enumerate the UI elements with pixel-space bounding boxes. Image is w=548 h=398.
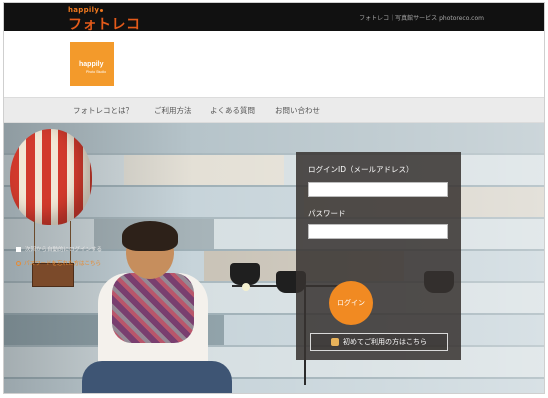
- nav-item-howto[interactable]: ご利用方法: [154, 105, 192, 116]
- browser-page: happily フォトレコ フォトレコ｜写真館サービス photoreco.co…: [3, 2, 545, 394]
- main-nav: フォトレコとは？ ご利用方法 よくある質問 お問い合わせ: [4, 97, 544, 123]
- boy-scarf: [112, 273, 194, 343]
- info-circle-icon: [16, 260, 21, 266]
- login-button[interactable]: ログイン: [329, 281, 373, 325]
- boy-pants: [82, 361, 232, 393]
- brand-dot-icon: [100, 8, 104, 12]
- forgot-password-link[interactable]: パスワードを忘れた方はこちら: [16, 259, 101, 267]
- boy-hair: [122, 221, 178, 251]
- nav-item-contact[interactable]: お問い合わせ: [275, 105, 320, 116]
- login-panel: ログインID（メールアドレス） パスワード: [296, 152, 461, 360]
- forgot-password-label: パスワードを忘れた方はこちら: [24, 261, 102, 267]
- first-time-label: 初めてご利用の方はこちら: [343, 338, 427, 346]
- login-id-input[interactable]: [308, 182, 448, 197]
- brand-small-label: happily: [68, 6, 100, 14]
- remember-label: 次回から自動的にログインする: [25, 247, 103, 253]
- remember-me[interactable]: 次回から自動的にログインする: [16, 245, 102, 253]
- remember-checkbox[interactable]: [16, 246, 21, 252]
- nav-item-about[interactable]: フォトレコとは？: [73, 105, 133, 116]
- top-bar: happily フォトレコ フォトレコ｜写真館サービス photoreco.co…: [4, 3, 544, 33]
- password-input[interactable]: [308, 224, 448, 239]
- studio-logo-text: happily: [79, 61, 104, 68]
- studio-logo[interactable]: happily Photo Studio: [70, 42, 114, 86]
- lamp-bulb: [242, 283, 250, 291]
- brand-small-text: happily: [68, 6, 104, 14]
- site-header: happily Photo Studio: [4, 31, 544, 97]
- password-label: パスワード: [308, 209, 346, 218]
- top-right-text: フォトレコ｜写真館サービス photoreco.com: [359, 15, 484, 22]
- balloon-image: [10, 129, 92, 225]
- nav-item-faq[interactable]: よくある質問: [210, 105, 255, 116]
- hand-pointer-icon: [331, 338, 339, 346]
- first-time-button[interactable]: 初めてご利用の方はこちら: [310, 333, 448, 351]
- login-id-label: ログインID（メールアドレス）: [308, 165, 414, 174]
- studio-logo-subtext: Photo Studio: [86, 70, 107, 74]
- lamp-shade: [230, 263, 260, 285]
